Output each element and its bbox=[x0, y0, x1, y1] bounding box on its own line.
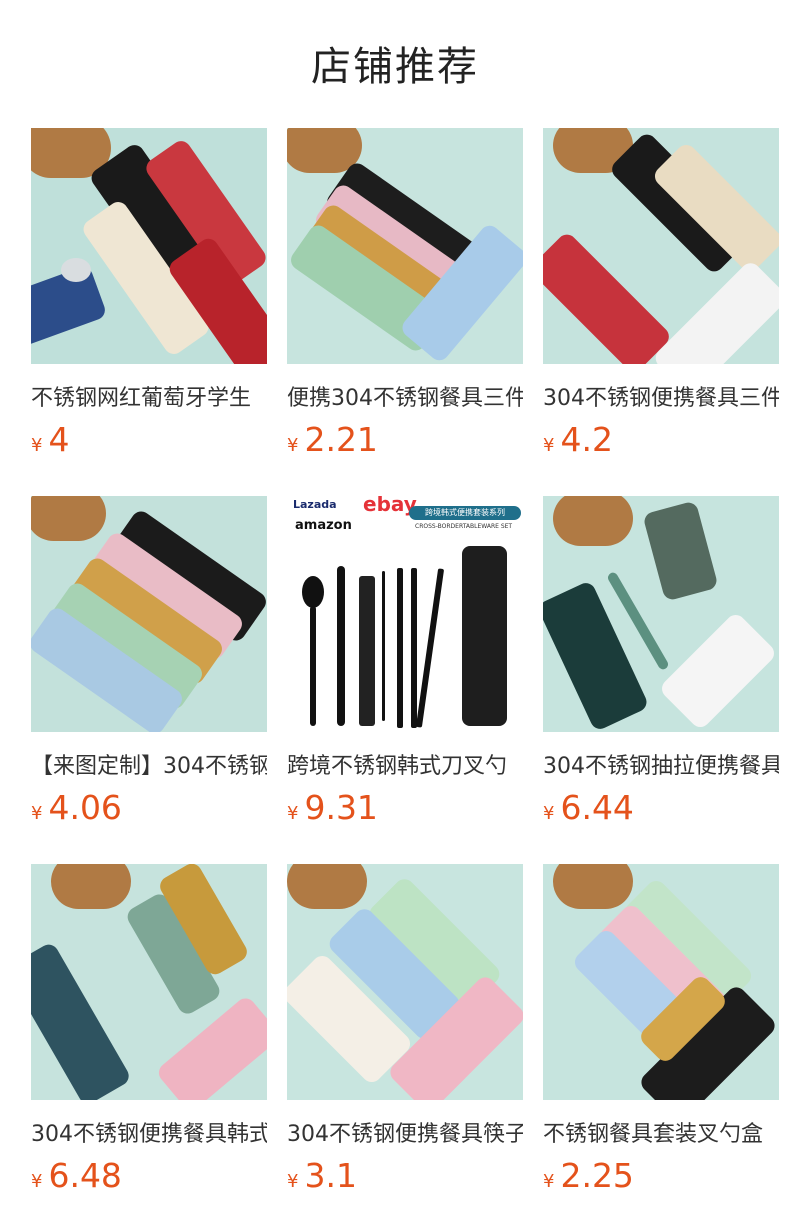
product-price: ¥4 bbox=[31, 420, 70, 459]
product-price: ¥4.06 bbox=[31, 788, 122, 827]
product-image[interactable] bbox=[287, 128, 523, 364]
product-image[interactable] bbox=[543, 496, 779, 732]
product-name[interactable]: 不锈钢网红葡萄牙学生 bbox=[31, 380, 267, 412]
product-card[interactable]: Lazada ebay amazon 跨境韩式便携套装系列 CROSS-BORD… bbox=[287, 496, 523, 827]
product-price: ¥6.44 bbox=[543, 788, 634, 827]
product-price: ¥6.48 bbox=[31, 1156, 122, 1195]
product-card[interactable]: 不锈钢餐具套装叉勺盒 ¥2.25 bbox=[543, 864, 779, 1195]
product-image[interactable] bbox=[543, 864, 779, 1100]
product-price: ¥2.21 bbox=[287, 420, 378, 459]
product-name[interactable]: 304不锈钢便携餐具韩式 bbox=[31, 1116, 267, 1148]
section-title: 店铺推荐 bbox=[311, 44, 479, 90]
product-name[interactable]: 不锈钢餐具套装叉勺盒 bbox=[543, 1116, 779, 1148]
product-image[interactable] bbox=[31, 864, 267, 1100]
product-card[interactable]: 304不锈钢便携餐具韩式 ¥6.48 bbox=[31, 864, 267, 1195]
product-card[interactable]: 304不锈钢抽拉便携餐具 ¥6.44 bbox=[543, 496, 779, 827]
product-card[interactable]: 便携304不锈钢餐具三件套 ¥2.21 bbox=[287, 128, 523, 459]
product-card[interactable]: 【来图定制】304不锈钢 ¥4.06 bbox=[31, 496, 267, 827]
product-card[interactable]: 304不锈钢便携餐具三件套 ¥4.2 bbox=[543, 128, 779, 459]
product-image[interactable] bbox=[543, 128, 779, 364]
product-price: ¥2.25 bbox=[543, 1156, 634, 1195]
product-name[interactable]: 304不锈钢便携餐具筷子 bbox=[287, 1116, 523, 1148]
product-image[interactable] bbox=[31, 128, 267, 364]
amazon-logo: amazon bbox=[295, 518, 352, 533]
product-card[interactable]: 不锈钢网红葡萄牙学生 ¥4 bbox=[31, 128, 267, 459]
series-badge: 跨境韩式便携套装系列 bbox=[409, 506, 521, 520]
product-card[interactable]: 304不锈钢便携餐具筷子 ¥3.1 bbox=[287, 864, 523, 1195]
product-name[interactable]: 304不锈钢便携餐具三件套 bbox=[543, 380, 779, 412]
lazada-logo: Lazada bbox=[293, 498, 337, 511]
product-price: ¥4.2 bbox=[543, 420, 613, 459]
product-name[interactable]: 跨境不锈钢韩式刀叉勺 bbox=[287, 748, 523, 780]
product-image[interactable] bbox=[287, 864, 523, 1100]
product-name[interactable]: 304不锈钢抽拉便携餐具 bbox=[543, 748, 779, 780]
product-price: ¥3.1 bbox=[287, 1156, 357, 1195]
series-subtitle: CROSS-BORDERTABLEWARE SET bbox=[415, 523, 513, 530]
product-name[interactable]: 【来图定制】304不锈钢 bbox=[31, 748, 267, 780]
product-image[interactable]: Lazada ebay amazon 跨境韩式便携套装系列 CROSS-BORD… bbox=[287, 496, 523, 732]
product-name[interactable]: 便携304不锈钢餐具三件套 bbox=[287, 380, 523, 412]
product-image[interactable] bbox=[31, 496, 267, 732]
product-price: ¥9.31 bbox=[287, 788, 378, 827]
